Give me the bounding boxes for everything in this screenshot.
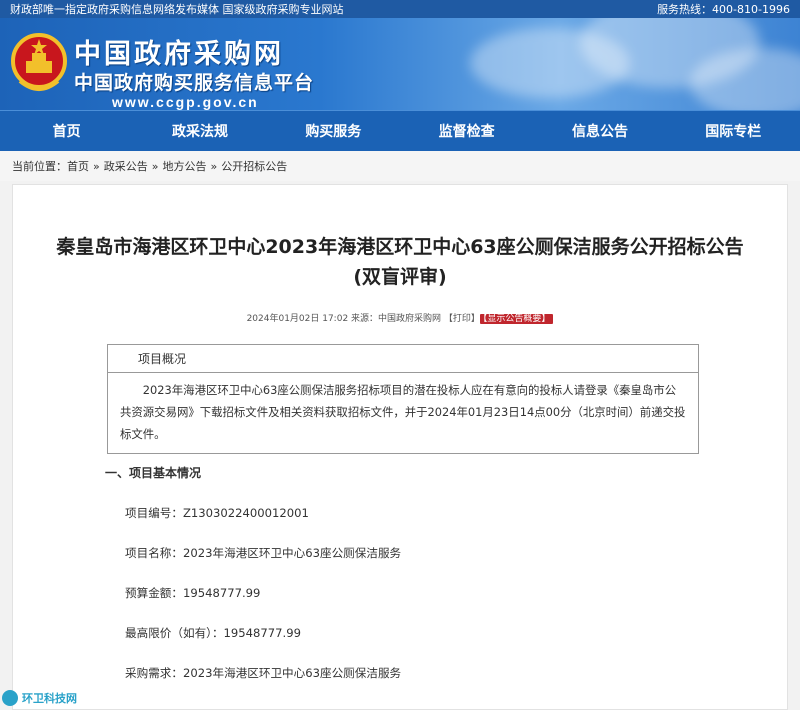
- top-info-bar: 财政部唯一指定政府采购信息网络发布媒体 国家级政府采购专业网站 服务热线：400…: [0, 0, 800, 18]
- main-nav: 首页 政采法规 购买服务 监督检查 信息公告 国际专栏: [0, 110, 800, 151]
- nav-regulations[interactable]: 政采法规: [133, 121, 266, 141]
- site-banner: 中国政府采购网 中国政府购买服务信息平台 www.ccgp.gov.cn: [0, 18, 800, 110]
- breadcrumb-prefix: 当前位置：: [12, 160, 67, 173]
- site-subtitle: 中国政府购买服务信息平台: [74, 72, 315, 94]
- breadcrumb-procurement[interactable]: 政采公告: [104, 158, 148, 174]
- breadcrumb-local[interactable]: 地方公告: [162, 158, 206, 174]
- watermark-text: 环卫科技网: [22, 692, 77, 705]
- field-project-number: 项目编号：Z1303022400012001: [125, 506, 309, 520]
- article-title-line1: 秦皇岛市海港区环卫中心2023年海港区环卫中心63座公厕保洁服务公开招标公告: [56, 236, 744, 258]
- breadcrumb-home[interactable]: 首页: [67, 158, 89, 174]
- breadcrumb: 当前位置： 首页» 政采公告» 地方公告» 公开招标公告: [0, 151, 800, 181]
- summary-body: 2023年海港区环卫中心63座公厕保洁服务招标项目的潜在投标人应在有意向的投标人…: [120, 383, 686, 441]
- article-panel: 秦皇岛市海港区环卫中心2023年海港区环卫中心63座公厕保洁服务公开招标公告 (…: [12, 184, 788, 710]
- site-title[interactable]: 中国政府采购网: [74, 32, 284, 71]
- summary-heading: 项目概况: [108, 345, 698, 373]
- article-meta-text: 2024年01月02日 17:02 来源：中国政府采购网 【打印】: [246, 314, 480, 324]
- nav-international[interactable]: 国际专栏: [667, 121, 800, 141]
- article-title: 秦皇岛市海港区环卫中心2023年海港区环卫中心63座公厕保洁服务公开招标公告 (…: [13, 232, 787, 292]
- site-url: www.ccgp.gov.cn: [112, 94, 259, 110]
- field-project-name: 项目名称：2023年海港区环卫中心63座公厕保洁服务: [125, 546, 402, 560]
- project-summary-box: 项目概况 2023年海港区环卫中心63座公厕保洁服务招标项目的潜在投标人应在有意…: [107, 344, 699, 454]
- field-requirements: 采购需求：2023年海港区环卫中心63座公厕保洁服务: [125, 666, 402, 680]
- nav-home[interactable]: 首页: [0, 121, 133, 141]
- section-heading: 一、项目基本情况: [105, 466, 202, 480]
- nav-purchase-services[interactable]: 购买服务: [267, 121, 400, 141]
- national-emblem-icon[interactable]: [10, 31, 68, 95]
- top-info-text: 财政部唯一指定政府采购信息网络发布媒体 国家级政府采购专业网站: [10, 3, 344, 16]
- nav-supervision[interactable]: 监督检查: [400, 121, 533, 141]
- service-hotline: 服务热线：400-810-1996: [657, 3, 790, 16]
- breadcrumb-tender[interactable]: 公开招标公告: [221, 158, 287, 174]
- nav-announcements[interactable]: 信息公告: [533, 121, 666, 141]
- field-max-price: 最高限价（如有）：19548777.99: [125, 626, 301, 640]
- article-meta: 2024年01月02日 17:02 来源：中国政府采购网 【打印】 【显示公告概要…: [13, 311, 787, 324]
- watermark-logo-icon: [2, 690, 18, 706]
- field-budget: 预算金额：19548777.99: [125, 586, 261, 600]
- show-summary-button[interactable]: 【显示公告概要】: [479, 314, 554, 324]
- watermark: 环卫科技网: [2, 690, 77, 706]
- article-title-line2: (双盲评审): [353, 266, 447, 288]
